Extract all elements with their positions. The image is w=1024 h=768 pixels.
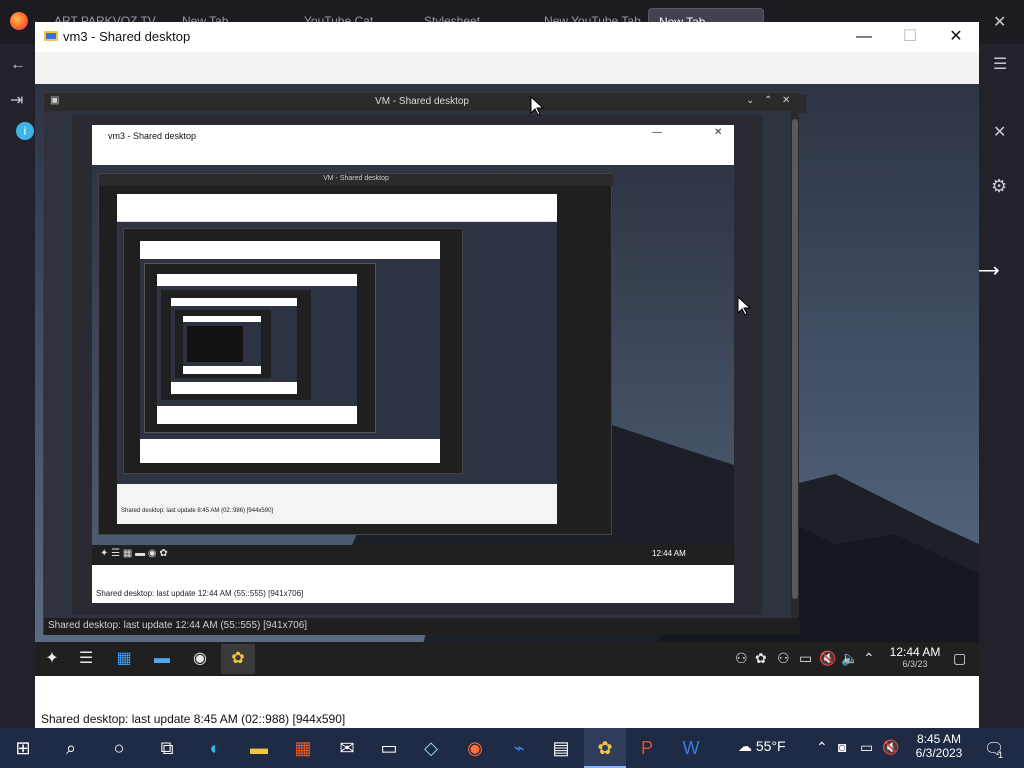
window-status-text: Shared desktop: last update 8:45 AM (02:…	[41, 712, 346, 726]
nested-minimize-icon: —	[652, 127, 662, 138]
app-tray-icon[interactable]: ✿	[755, 650, 767, 667]
menu-icon[interactable]: ☰	[993, 54, 1007, 74]
app-icon	[44, 31, 58, 41]
window-titlebar[interactable]: vm3 - Shared desktop — ☐ ✕	[35, 22, 979, 52]
volume-muted-icon[interactable]: 🔇	[882, 739, 899, 756]
terminal-icon[interactable]: ▭	[368, 728, 410, 768]
back-icon[interactable]: ←	[10, 56, 26, 74]
windows-start-icon[interactable]: ⊞	[2, 728, 44, 768]
powerpoint-icon[interactable]: P	[626, 728, 668, 768]
edge-icon[interactable]: ◐	[194, 728, 236, 768]
shared-desktop-app-icon[interactable]: ✿	[584, 728, 626, 768]
remote-taskbar: ✦ ☰ ▦ ▬ ◉ ✿ ⚇ ✿ ⚇ ▭ 🔇 🔈 ⌃ 12:44 AM 6/3/2…	[35, 642, 979, 676]
host-taskbar: ⊞ ⌕ ○ ⧉ ◐ ▬ ▦ ✉ ▭ ◇ ◉ ⌁ ▤ ✿ P W ☁ 55°F ⌃…	[0, 728, 1024, 768]
weather-icon: ☁	[738, 738, 752, 754]
nested-taskbar: ✦ ☰ ▦ ▬ ◉ ✿ 12:44 AM	[92, 545, 734, 565]
nested-title: vm3 - Shared desktop	[108, 131, 197, 141]
drive-icon[interactable]: ▭	[799, 650, 812, 667]
chevron-up-icon[interactable]: ⌃	[816, 739, 828, 756]
network-icon[interactable]: ▭	[860, 739, 873, 756]
search-icon[interactable]: ⌕	[50, 728, 92, 768]
vm-status-text: Shared desktop: last update 12:44 AM (55…	[48, 620, 308, 631]
scrollbar-thumb[interactable]	[792, 119, 798, 599]
vm-scrollbar[interactable]	[791, 111, 799, 618]
notes-icon[interactable]: ◇	[410, 728, 452, 768]
minimize-button[interactable]: —	[841, 22, 887, 52]
nested-desktop: VM - Shared desktop Shared desktop: last…	[92, 165, 734, 545]
mail-icon[interactable]: ✉	[326, 728, 368, 768]
task-manager-icon[interactable]: ☰	[69, 644, 103, 674]
mute-icon[interactable]: 🔇	[819, 650, 836, 667]
browser-right-toolbar: ☰ ✕ ⚙ ⟷	[971, 44, 1024, 728]
task-view-icon[interactable]: ⧉	[146, 728, 188, 768]
vm-close-button[interactable]: ✕	[782, 95, 790, 106]
nested-window-2: Shared desktop: last update 8:45 AM (02:…	[117, 194, 557, 524]
vm-window: ▣ VM - Shared desktop ⌄ ⌃ ✕ vm3 - Shared…	[43, 92, 806, 635]
host-clock[interactable]: 8:45 AM 6/3/2023	[904, 732, 974, 760]
collapse-button[interactable]: ⌄	[746, 95, 754, 106]
remote-desktop-icon[interactable]: ▤	[540, 728, 582, 768]
window-toolbar-band	[35, 52, 979, 84]
show-desktop-icon[interactable]: ▢	[953, 650, 966, 667]
chrome-icon[interactable]: ◉	[183, 644, 217, 674]
nested-clock: 12:44 AM	[652, 549, 686, 558]
weather-widget[interactable]: ☁ 55°F	[738, 738, 786, 755]
person-icon[interactable]: ⚇	[735, 650, 748, 667]
window-title: vm3 - Shared desktop	[63, 29, 191, 44]
shared-desktop-window: vm3 - Shared desktop — ☐ ✕ ▣ VM - Shared…	[35, 22, 979, 728]
close-button[interactable]: ✕	[933, 22, 979, 52]
network-icon[interactable]: ✦	[35, 644, 69, 674]
camera-icon[interactable]: ◙	[838, 739, 846, 755]
remote-app-icon[interactable]: ✿	[221, 644, 255, 674]
chevron-up-icon[interactable]: ⌃	[863, 650, 875, 667]
firefox-icon[interactable]	[10, 12, 28, 30]
nested-browser: vm3 - Shared desktop — ✕ VM - Shared des…	[72, 115, 762, 615]
network-tray-icon[interactable]: ⚇	[777, 650, 790, 667]
vm-title: VM - Shared desktop	[375, 96, 469, 107]
notification-count: 1	[998, 750, 1004, 760]
signin-icon[interactable]: ⇥	[10, 90, 23, 110]
gear-icon[interactable]: ⚙	[991, 176, 1007, 197]
mouse-cursor-icon	[737, 296, 751, 316]
expand-button[interactable]: ⌃	[764, 95, 772, 106]
nested-vm-title: VM - Shared desktop	[323, 175, 389, 182]
maximize-button[interactable]: ☐	[887, 22, 933, 52]
powershell-icon[interactable]: ⌁	[498, 728, 540, 768]
close-icon[interactable]: ✕	[993, 12, 1006, 32]
nested-vm-window: VM - Shared desktop Shared desktop: last…	[98, 173, 613, 535]
remote-clock[interactable]: 12:44 AM 6/3/23	[885, 645, 945, 669]
cortana-icon[interactable]: ○	[98, 728, 140, 768]
file-explorer-icon[interactable]: ▬	[238, 728, 280, 768]
nested-titlebar: vm3 - Shared desktop — ✕	[92, 125, 734, 165]
nested-window: vm3 - Shared desktop — ✕ VM - Shared des…	[92, 125, 734, 603]
nested-status-bar: Shared desktop: last update 12:44 AM (55…	[92, 565, 734, 603]
speaker-icon[interactable]: 🔈	[841, 650, 858, 667]
store-icon[interactable]: ▦	[107, 644, 141, 674]
vm-titlebar[interactable]: ▣ VM - Shared desktop ⌄ ⌃ ✕	[44, 93, 806, 113]
close-icon[interactable]: ✕	[993, 122, 1006, 142]
info-icon[interactable]: i	[16, 122, 34, 140]
vm-status-bar: Shared desktop: last update 12:44 AM (55…	[44, 618, 800, 635]
word-icon[interactable]: W	[670, 728, 712, 768]
browser-left-toolbar: ← ⇥ i	[0, 44, 35, 728]
nested-status-1: Shared desktop: last update 8:45 AM (02:…	[121, 508, 274, 514]
nested-start-icon: ✦ ☰ ▦ ▬ ◉ ✿	[100, 548, 168, 559]
store-icon[interactable]: ▦	[282, 728, 324, 768]
nested-close-icon: ✕	[714, 127, 723, 138]
file-explorer-icon[interactable]: ▬	[145, 644, 179, 674]
firefox-icon[interactable]: ◉	[454, 728, 496, 768]
remote-desktop[interactable]: ▣ VM - Shared desktop ⌄ ⌃ ✕ vm3 - Shared…	[35, 84, 979, 674]
mouse-cursor-icon	[530, 96, 544, 116]
nested-status-2: Shared desktop: last update 12:44 AM (55…	[96, 589, 304, 598]
window-status-bar: Shared desktop: last update 8:45 AM (02:…	[35, 676, 979, 728]
vm-screen[interactable]: vm3 - Shared desktop — ✕ VM - Shared des…	[44, 111, 791, 618]
